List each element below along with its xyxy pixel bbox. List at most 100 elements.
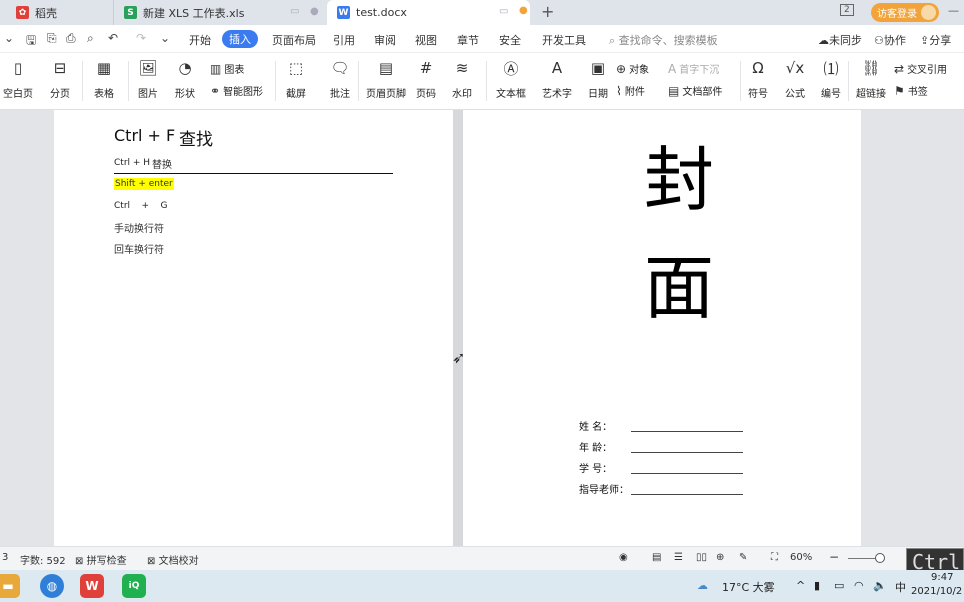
menu-review[interactable]: 审阅 (374, 32, 396, 48)
user-icon: ⚇ (874, 34, 884, 47)
zoom-level[interactable]: 60% (790, 552, 812, 563)
menu-insert[interactable]: 插入 (222, 30, 258, 48)
dropcap-button[interactable]: A 首字下沉 (668, 61, 719, 77)
print-preview-icon[interactable]: ⌕ (87, 31, 94, 46)
edit-icon[interactable]: ✎ (739, 552, 747, 563)
blank-page-button[interactable]: ▯ 空白页 (3, 57, 33, 100)
document-area[interactable]: Ctrl + F 查找 Ctrl + H 替换 Shift + enter Ct… (0, 110, 964, 546)
new-tab-button[interactable]: + (541, 2, 554, 21)
tray-expand-icon[interactable]: ^ (796, 579, 805, 592)
weather-text[interactable]: 17°C 大雾 (722, 579, 775, 595)
share-button[interactable]: ⇪分享 (920, 32, 951, 48)
file-explorer-icon[interactable]: ▬ (0, 574, 20, 598)
export-icon[interactable]: ⎘ (47, 31, 57, 46)
reading-view-icon[interactable]: ▯▯ (696, 552, 707, 563)
monitor-icon[interactable]: ▭ (290, 6, 299, 17)
undo-icon[interactable]: ↶ (108, 31, 118, 45)
writer-doc-icon: W (337, 6, 350, 19)
wordart-button[interactable]: A 艺术字 (542, 57, 572, 100)
volume-icon[interactable]: 🔈 (873, 579, 887, 592)
zoom-out-button[interactable]: − (829, 550, 839, 564)
usb-icon[interactable]: ▮ (814, 579, 820, 592)
menu-security[interactable]: 安全 (499, 32, 521, 48)
sync-status[interactable]: ☁未同步 (818, 32, 862, 48)
comment-button[interactable]: 🗨 批注 (329, 57, 351, 100)
command-search[interactable]: ⌕ 查找命令、搜索模板 (609, 32, 718, 48)
header-footer-button[interactable]: ▤ 页眉页脚 (366, 57, 406, 100)
chart-button[interactable]: ▥ 图表 (210, 61, 244, 77)
menu-chapter[interactable]: 章节 (457, 32, 479, 48)
menu-developer[interactable]: 开发工具 (542, 32, 586, 48)
battery-icon[interactable]: ▭ (834, 579, 844, 592)
formula-button[interactable]: √x 公式 (784, 57, 806, 100)
minimize-icon[interactable]: — (948, 4, 959, 17)
field-advisor[interactable]: 指导老师： (579, 481, 743, 496)
cross-ref-button[interactable]: ⇄ 交叉引用 (894, 61, 947, 77)
underline-blank (631, 473, 743, 474)
chevron-down-icon[interactable]: ⌄ (4, 31, 14, 45)
weather-icon: ☁ (697, 579, 708, 592)
web-view-icon[interactable]: ⊕ (716, 552, 724, 563)
spell-check-button[interactable]: ⊠ 拼写检查 (75, 552, 127, 567)
eye-protection-icon[interactable]: ◉ (619, 552, 628, 563)
object-button[interactable]: ⊕ 对象 (616, 61, 649, 77)
screenshot-button[interactable]: ⬚ 截屏 (285, 57, 307, 100)
numbering-button[interactable]: ⑴ 编号 (820, 57, 842, 101)
highlighted-shift-enter: Shift + enter (114, 178, 174, 190)
picture-button[interactable]: 🖼 图片 (137, 57, 159, 100)
table-button[interactable]: ▦ 表格 (93, 57, 115, 100)
separator (82, 61, 83, 101)
attachment-button[interactable]: ⌇ 附件 (616, 83, 645, 99)
menu-view[interactable]: 视图 (415, 32, 437, 48)
menu-home[interactable]: 开始 (189, 32, 211, 48)
tab-test-docx[interactable]: W test.docx ▭ ● (327, 0, 530, 25)
date-button[interactable]: ▣ 日期 (587, 57, 609, 100)
page-right-cover[interactable]: 封 面 姓 名： 年 龄： 学 号： 指导老师： (463, 110, 861, 546)
hyperlink-button[interactable]: ⛓ 超链接 (856, 57, 886, 100)
browser-icon[interactable]: ◍ (40, 574, 64, 598)
watermark-button[interactable]: ≋ 水印 (451, 57, 473, 100)
save-icon[interactable]: 🖫 (26, 31, 36, 52)
proofread-button[interactable]: ⊠ 文档校对 (147, 552, 199, 567)
wifi-icon[interactable]: ◠ (854, 579, 864, 592)
clock-time[interactable]: 9:47 (931, 572, 953, 583)
print-icon[interactable]: ⎙ (66, 31, 76, 46)
screenshot-icon: ⬚ (288, 59, 304, 77)
field-student-id[interactable]: 学 号： (579, 460, 743, 475)
clock-date[interactable]: 2021/10/2 (911, 586, 962, 597)
shape-button[interactable]: ◔ 形状 (174, 57, 196, 100)
page-left[interactable]: Ctrl + F 查找 Ctrl + H 替换 Shift + enter Ct… (54, 110, 453, 546)
guest-login-button[interactable]: 访客登录 (871, 3, 939, 22)
page-break-icon: ⊟ (53, 59, 67, 77)
bookmark-button[interactable]: ⚑ 书签 (894, 83, 928, 99)
tab-daoke[interactable]: ✿ 稻壳 (4, 0, 112, 25)
word-count[interactable]: 字数: 592 (20, 552, 66, 567)
page-break-button[interactable]: ⊟ 分页 (49, 57, 71, 100)
zoom-slider-handle[interactable] (875, 553, 885, 563)
doc-parts-button[interactable]: ▤ 文档部件 (668, 83, 722, 99)
tab-spreadsheet[interactable]: S 新建 XLS 工作表.xls ▭ ● (113, 0, 325, 25)
wps-office-icon[interactable]: W (80, 574, 104, 598)
symbol-button[interactable]: Ω 符号 (747, 57, 769, 100)
iqiyi-icon[interactable]: iQ (122, 574, 146, 598)
page-number-button[interactable]: # 页码 (415, 57, 437, 100)
ime-indicator[interactable]: 中 (895, 579, 906, 595)
smart-shape-button[interactable]: ⚭ 智能图形 (210, 83, 263, 99)
redo-icon[interactable]: ↷ (136, 31, 146, 45)
field-age[interactable]: 年 龄： (579, 439, 743, 454)
page-view-icon[interactable]: ▤ (652, 552, 661, 563)
field-name[interactable]: 姓 名： (579, 418, 743, 433)
page-number-status[interactable]: 3 (2, 552, 8, 563)
outline-view-icon[interactable]: ☰ (674, 552, 683, 563)
monitor-icon[interactable]: ▭ (499, 6, 508, 17)
collaborate-button[interactable]: ⚇协作 (874, 32, 906, 48)
customize-icon[interactable]: ⌄ (160, 31, 170, 45)
fit-page-icon[interactable]: ⛶ (771, 552, 778, 563)
formula-icon: √x (785, 59, 805, 77)
menu-references[interactable]: 引用 (333, 32, 355, 48)
menu-page-layout[interactable]: 页面布局 (272, 32, 316, 48)
textbox-button[interactable]: Ⓐ 文本框 (496, 57, 526, 101)
textbox-icon: Ⓐ (503, 59, 519, 78)
blank-page-icon: ▯ (13, 59, 23, 77)
page-indicator[interactable]: 2 (840, 4, 854, 16)
